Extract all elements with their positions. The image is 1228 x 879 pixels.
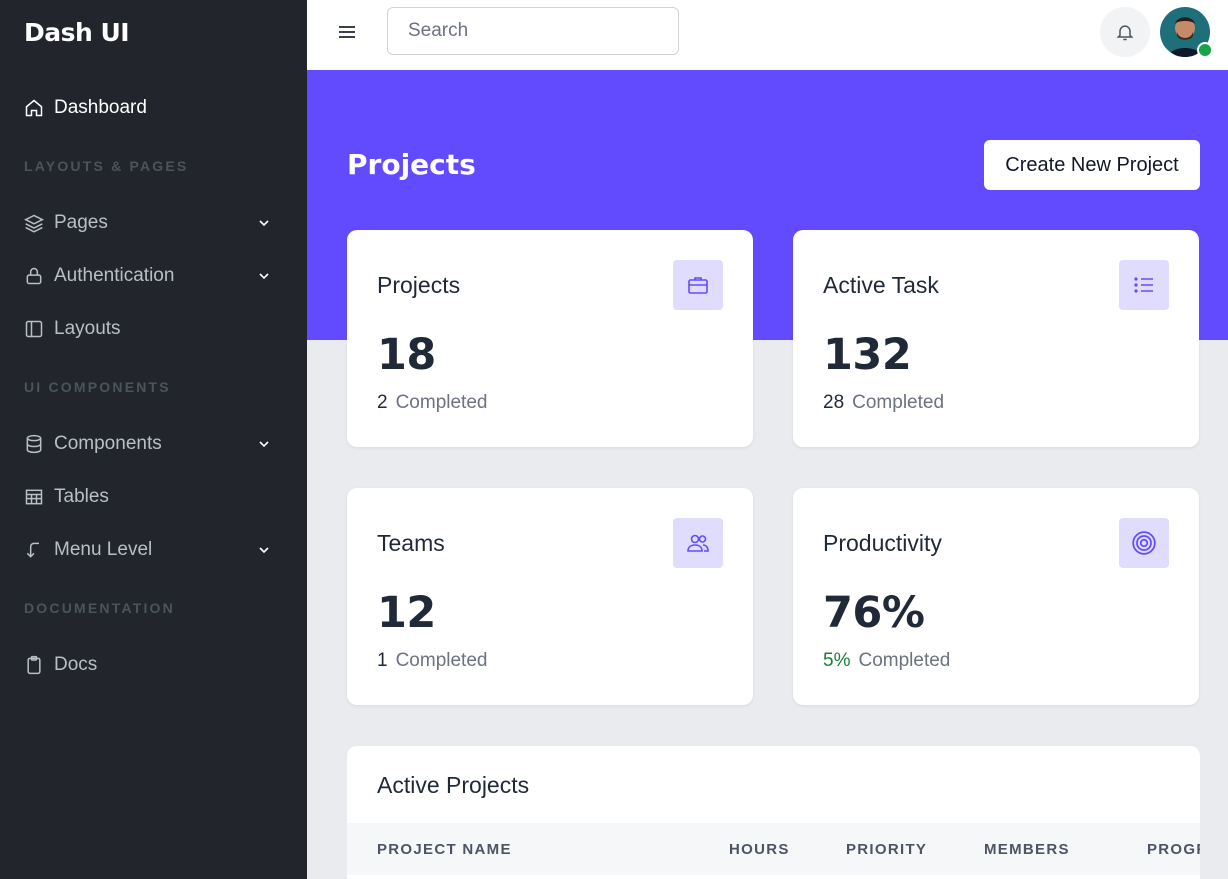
stat-card-active-task: Active Task 132 28 Completed (793, 230, 1199, 447)
sidebar-item-pages[interactable]: Pages (24, 208, 274, 238)
table-grid-icon (24, 487, 44, 507)
stat-card-projects: Projects 18 2 Completed (347, 230, 753, 447)
layers-icon (24, 213, 44, 233)
lock-icon (24, 266, 44, 286)
sidebar-item-label: Menu Level (54, 539, 153, 560)
card-subtext: 5% Completed (823, 650, 950, 672)
card-subtext: 1 Completed (377, 650, 487, 672)
completed-count: 2 (377, 392, 388, 413)
sidebar-item-docs[interactable]: Docs (24, 650, 274, 680)
table-header: PROJECT NAME HOURS PRIORITY MEMBERS PROG… (347, 823, 1200, 875)
completed-label: Completed (395, 650, 488, 671)
completed-percent: 5% (823, 650, 851, 671)
corner-arrow-icon (24, 540, 44, 560)
create-new-project-button[interactable]: Create New Project (984, 140, 1200, 190)
active-projects-card: Active Projects PROJECT NAME HOURS PRIOR… (347, 746, 1200, 879)
notification-bell-icon[interactable] (1100, 7, 1150, 57)
sidebar-item-menu-level[interactable]: Menu Level (24, 535, 274, 565)
sidebar-item-label: Docs (54, 654, 98, 675)
home-icon (24, 98, 44, 118)
card-value: 132 (823, 330, 912, 380)
card-subtext: 28 Completed (823, 392, 944, 414)
completed-count: 1 (377, 650, 388, 671)
sidebar-item-label: Tables (54, 486, 109, 507)
chevron-down-icon (254, 540, 274, 560)
card-value: 76% (823, 588, 925, 638)
column-header-hours[interactable]: HOURS (729, 841, 790, 858)
sidebar-item-authentication[interactable]: Authentication (24, 261, 274, 291)
menu-toggle-icon[interactable] (335, 20, 359, 44)
sidebar-item-label: Layouts (54, 318, 121, 339)
sidebar-item-dashboard[interactable]: Dashboard (24, 93, 274, 123)
sidebar-layout-icon (24, 319, 44, 339)
sidebar: Dash UI Dashboard LAYOUTS & PAGES Pages … (0, 0, 307, 879)
sidebar-item-label: Components (54, 433, 162, 454)
database-icon (24, 434, 44, 454)
chevron-down-icon (254, 434, 274, 454)
sidebar-item-label: Authentication (54, 265, 175, 286)
completed-label: Completed (852, 392, 945, 413)
stat-card-productivity: Productivity 76% 5% Completed (793, 488, 1199, 705)
target-icon (1119, 518, 1169, 568)
brand-logo[interactable]: Dash UI (24, 18, 130, 47)
section-heading-ui-components: UI COMPONENTS (24, 379, 171, 395)
card-title: Active Task (823, 272, 939, 298)
column-header-project-name[interactable]: PROJECT NAME (377, 841, 512, 858)
card-title: Teams (377, 530, 445, 556)
section-heading-documentation: DOCUMENTATION (24, 600, 175, 616)
card-title: Projects (377, 272, 461, 298)
sidebar-item-label: Dashboard (54, 97, 147, 118)
card-title: Productivity (823, 530, 942, 556)
chevron-down-icon (254, 266, 274, 286)
page-title: Projects (347, 148, 476, 181)
card-subtext: 2 Completed (377, 392, 487, 414)
card-value: 18 (377, 330, 436, 380)
sidebar-item-components[interactable]: Components (24, 429, 274, 459)
column-header-priority[interactable]: PRIORITY (846, 841, 927, 858)
online-status-dot (1197, 42, 1213, 58)
section-title: Active Projects (377, 772, 530, 798)
briefcase-icon (673, 260, 723, 310)
clipboard-icon (24, 655, 44, 675)
chevron-down-icon (254, 213, 274, 233)
sidebar-item-label: Pages (54, 212, 108, 233)
card-value: 12 (377, 588, 436, 638)
sidebar-item-tables[interactable]: Tables (24, 482, 274, 512)
stat-card-teams: Teams 12 1 Completed (347, 488, 753, 705)
search-input[interactable] (387, 7, 679, 55)
completed-label: Completed (858, 650, 951, 671)
list-icon (1119, 260, 1169, 310)
completed-count: 28 (823, 392, 845, 413)
section-heading-layouts: LAYOUTS & PAGES (24, 158, 189, 174)
column-header-members[interactable]: MEMBERS (984, 841, 1070, 858)
people-icon (673, 518, 723, 568)
column-header-progress[interactable]: PROGR (1147, 841, 1200, 858)
sidebar-item-layouts[interactable]: Layouts (24, 314, 274, 344)
topbar (307, 0, 1228, 71)
completed-label: Completed (395, 392, 488, 413)
